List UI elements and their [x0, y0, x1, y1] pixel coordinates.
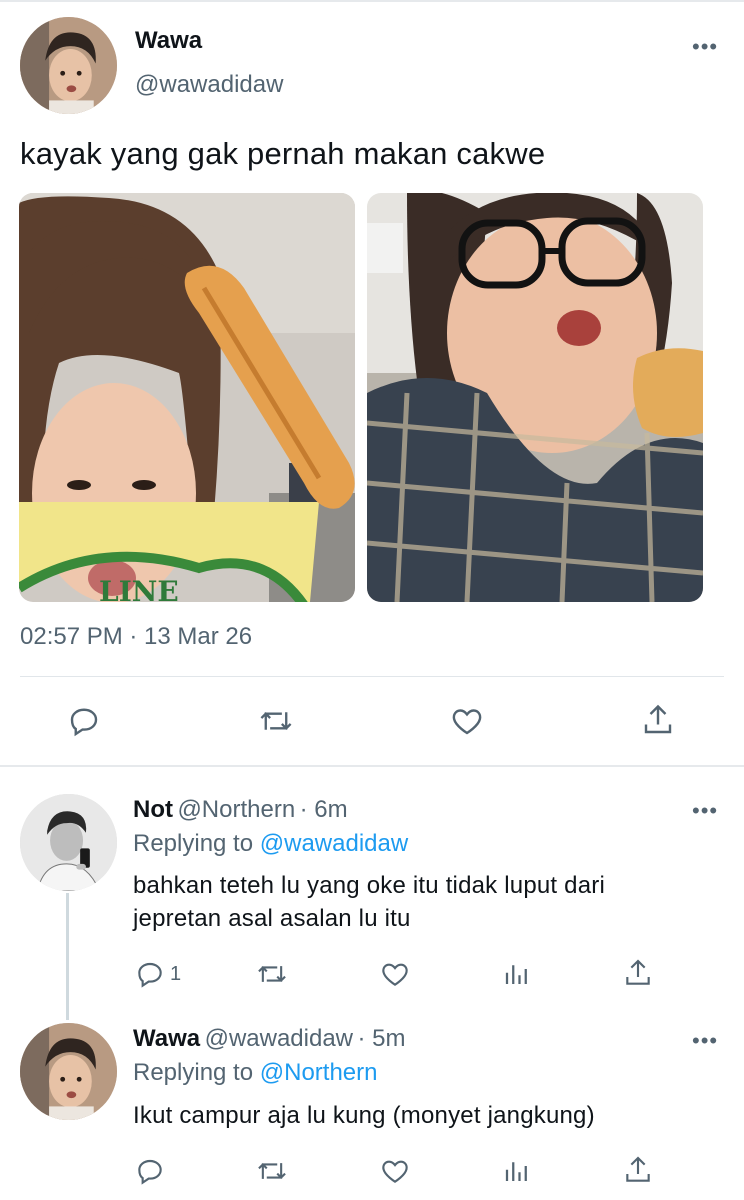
replying-prefix: Replying to	[133, 1059, 254, 1086]
author-handle[interactable]: @wawadidaw	[135, 71, 283, 99]
more-icon[interactable]: •••	[692, 36, 718, 58]
reply-header: Wawa @wawadidaw · 5m	[133, 1025, 405, 1053]
reply-author-handle[interactable]: @wawadidaw	[205, 1025, 353, 1052]
author-avatar[interactable]	[20, 17, 117, 114]
reply-age[interactable]: · 5m	[357, 1025, 405, 1052]
reply-button[interactable]: 1	[134, 958, 181, 990]
like-button[interactable]	[379, 1155, 411, 1187]
reply-button[interactable]	[66, 703, 102, 739]
like-button[interactable]	[449, 703, 485, 739]
share-button[interactable]	[622, 1154, 654, 1186]
retweet-icon	[258, 965, 286, 983]
replying-to-line: Replying to @Northern	[133, 1059, 378, 1087]
replying-to-line: Replying to @wawadidaw	[133, 830, 408, 858]
tweet-timestamp[interactable]: 02:57 PM · 13 Mar 26	[20, 623, 252, 651]
reply-author-name[interactable]: Not	[133, 796, 173, 823]
author-name[interactable]: Wawa	[135, 27, 202, 55]
reply-icon	[70, 708, 98, 737]
reply-text-line: Ikut campur aja lu kung (monyet jangkung…	[133, 1102, 595, 1129]
reply-age[interactable]: · 6m	[300, 796, 348, 823]
reply-avatar[interactable]	[20, 1023, 117, 1120]
replying-to-link[interactable]: @Northern	[260, 1059, 378, 1086]
top-border	[0, 0, 744, 2]
share-icon	[626, 1156, 650, 1182]
retweet-button[interactable]	[257, 703, 295, 739]
more-icon[interactable]: •••	[692, 1030, 718, 1052]
like-button[interactable]	[379, 958, 411, 990]
timestamp-divider	[20, 676, 724, 677]
reply-icon	[138, 962, 162, 988]
share-icon	[644, 704, 672, 734]
thread-line	[66, 893, 69, 1020]
replying-prefix: Replying to	[133, 830, 254, 857]
like-icon	[382, 1160, 408, 1183]
more-icon[interactable]: •••	[692, 800, 718, 822]
retweet-icon	[258, 1162, 286, 1180]
reply-text-line: bahkan teteh lu yang oke itu tidak luput…	[133, 872, 605, 899]
retweet-icon	[260, 712, 292, 730]
reply-header: Not @Northern · 6m	[133, 796, 348, 824]
tweet-text: kayak yang gak pernah makan cakwe	[20, 136, 546, 171]
tweet-photo-2[interactable]	[367, 193, 703, 602]
reply-button[interactable]	[134, 1155, 166, 1187]
reply-text: bahkan teteh lu yang oke itu tidak luput…	[133, 869, 605, 935]
analytics-button[interactable]	[502, 958, 532, 990]
retweet-button[interactable]	[255, 1155, 289, 1187]
shirt-print-text: LINE	[99, 575, 179, 602]
section-divider	[0, 765, 744, 767]
reply-icon	[138, 1159, 162, 1185]
analytics-icon	[505, 965, 527, 984]
tweet-photo-1[interactable]: LINE	[19, 193, 355, 602]
reply-avatar[interactable]	[20, 794, 117, 891]
retweet-button[interactable]	[255, 958, 289, 990]
analytics-icon	[505, 1162, 527, 1181]
reply-author-handle[interactable]: @Northern	[177, 796, 295, 823]
reply-count: 1	[170, 962, 182, 985]
like-icon	[452, 709, 482, 735]
reply-text-line: jepretan asal asalan lu itu	[133, 905, 411, 932]
like-icon	[382, 963, 408, 986]
reply-author-name[interactable]: Wawa	[133, 1025, 200, 1052]
share-button[interactable]	[640, 702, 676, 738]
replying-to-link[interactable]: @wawadidaw	[260, 830, 408, 857]
share-icon	[626, 959, 650, 985]
reply-text: Ikut campur aja lu kung (monyet jangkung…	[133, 1099, 595, 1132]
share-button[interactable]	[622, 957, 654, 989]
analytics-button[interactable]	[502, 1155, 532, 1187]
